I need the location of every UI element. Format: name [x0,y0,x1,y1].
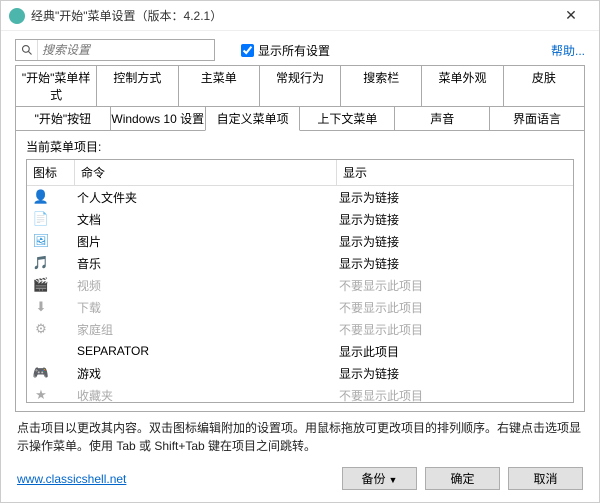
item-icon: 👤 [31,189,75,205]
item-display: 显示为链接 [337,233,573,250]
item-icon: ★ [31,387,75,402]
item-display: 显示为链接 [337,189,573,206]
tab2-2[interactable]: 自定义菜单项 [205,106,301,131]
col-icon[interactable]: 图标 [27,160,75,185]
item-command: 图片 [75,233,337,250]
search-icon [16,40,38,60]
item-icon: 🖼 [31,233,75,249]
list-item[interactable]: 🖼图片显示为链接 [27,230,573,252]
tab-2[interactable]: 主菜单 [178,65,260,106]
tab-3[interactable]: 常规行为 [259,65,341,106]
tab2-3[interactable]: 上下文菜单 [299,106,395,131]
titlebar: 经典"开始"菜单设置（版本：4.2.1） ✕ [1,1,599,31]
tab2-1[interactable]: Windows 10 设置 [110,106,206,131]
list-item[interactable]: 📄文档显示为链接 [27,208,573,230]
tab-6[interactable]: 皮肤 [503,65,585,106]
list-item[interactable]: ⬇下载不要显示此项目 [27,296,573,318]
item-icon: ⬇ [31,299,75,315]
item-command: 收藏夹 [75,387,337,403]
footer-link[interactable]: www.classicshell.net [17,472,126,486]
app-icon [9,8,25,24]
tab-panel: 当前菜单项目: 图标 命令 显示 👤个人文件夹显示为链接📄文档显示为链接🖼图片显… [15,130,585,412]
close-icon: ✕ [565,7,577,24]
tabs: "开始"菜单样式控制方式主菜单常规行为搜索栏菜单外观皮肤 "开始"按钮Windo… [1,65,599,131]
item-display: 不要显示此项目 [337,321,573,338]
list-header: 图标 命令 显示 [27,160,573,186]
ok-button[interactable]: 确定 [425,467,500,490]
search-box[interactable] [15,39,215,61]
item-command: 个人文件夹 [75,189,337,206]
show-all-checkbox[interactable]: 显示所有设置 [241,42,330,59]
tab2-4[interactable]: 声音 [394,106,490,131]
item-display: 显示为链接 [337,255,573,272]
button-row: www.classicshell.net 备份▼ 确定 取消 [1,457,599,502]
item-command: 下载 [75,299,337,316]
item-icon: 🎵 [31,255,75,271]
section-label: 当前菜单项目: [26,138,574,155]
tab-1[interactable]: 控制方式 [96,65,178,106]
tab2-0[interactable]: "开始"按钮 [15,106,111,131]
item-icon: ⚙ [31,321,75,337]
item-display: 不要显示此项目 [337,277,573,294]
search-row: 显示所有设置 帮助... [1,31,599,65]
list-item[interactable]: ⚙家庭组不要显示此项目 [27,318,573,340]
tab-5[interactable]: 菜单外观 [421,65,503,106]
cancel-button[interactable]: 取消 [508,467,583,490]
item-command: 游戏 [75,365,337,382]
item-icon: 🎮 [31,365,75,381]
item-display: 显示为链接 [337,365,573,382]
item-command: 音乐 [75,255,337,272]
item-icon: 🎬 [31,277,75,293]
item-command: 家庭组 [75,321,337,338]
chevron-down-icon: ▼ [389,475,398,485]
col-command[interactable]: 命令 [75,160,337,185]
help-link[interactable]: 帮助... [551,42,585,59]
backup-label: 备份 [362,472,386,486]
backup-button[interactable]: 备份▼ [342,467,417,490]
item-display: 不要显示此项目 [337,387,573,403]
item-command: 视频 [75,277,337,294]
item-command: 文档 [75,211,337,228]
list-item[interactable]: 🎮游戏显示为链接 [27,362,573,384]
list-item[interactable]: ★收藏夹不要显示此项目 [27,384,573,402]
list-item[interactable]: 🎵音乐显示为链接 [27,252,573,274]
item-display: 不要显示此项目 [337,299,573,316]
menu-items-list: 图标 命令 显示 👤个人文件夹显示为链接📄文档显示为链接🖼图片显示为链接🎵音乐显… [26,159,574,403]
item-display: 显示为链接 [337,211,573,228]
list-item[interactable]: 👤个人文件夹显示为链接 [27,186,573,208]
tab-4[interactable]: 搜索栏 [340,65,422,106]
list-body[interactable]: 👤个人文件夹显示为链接📄文档显示为链接🖼图片显示为链接🎵音乐显示为链接🎬视频不要… [27,186,573,402]
col-display[interactable]: 显示 [337,160,573,185]
list-item[interactable]: SEPARATOR显示此项目 [27,340,573,362]
search-input[interactable] [38,40,214,60]
tab-0[interactable]: "开始"菜单样式 [15,65,97,106]
item-icon [31,343,75,359]
settings-window: 经典"开始"菜单设置（版本：4.2.1） ✕ 显示所有设置 帮助... "开始"… [0,0,600,503]
show-all-input[interactable] [241,44,254,57]
tab-row-1: "开始"菜单样式控制方式主菜单常规行为搜索栏菜单外观皮肤 [15,65,585,106]
close-button[interactable]: ✕ [551,2,591,30]
tab-row-2: "开始"按钮Windows 10 设置自定义菜单项上下文菜单声音界面语言 [15,106,585,131]
show-all-label: 显示所有设置 [258,42,330,59]
item-display: 显示此项目 [337,343,573,360]
item-icon: 📄 [31,211,75,227]
hint-text: 点击项目以更改其内容。双击图标编辑附加的设置项。用鼠标拖放可更改项目的排列顺序。… [1,413,599,457]
item-command: SEPARATOR [75,344,337,358]
list-item[interactable]: 🎬视频不要显示此项目 [27,274,573,296]
tab2-5[interactable]: 界面语言 [489,106,585,131]
window-title: 经典"开始"菜单设置（版本：4.2.1） [31,7,551,24]
